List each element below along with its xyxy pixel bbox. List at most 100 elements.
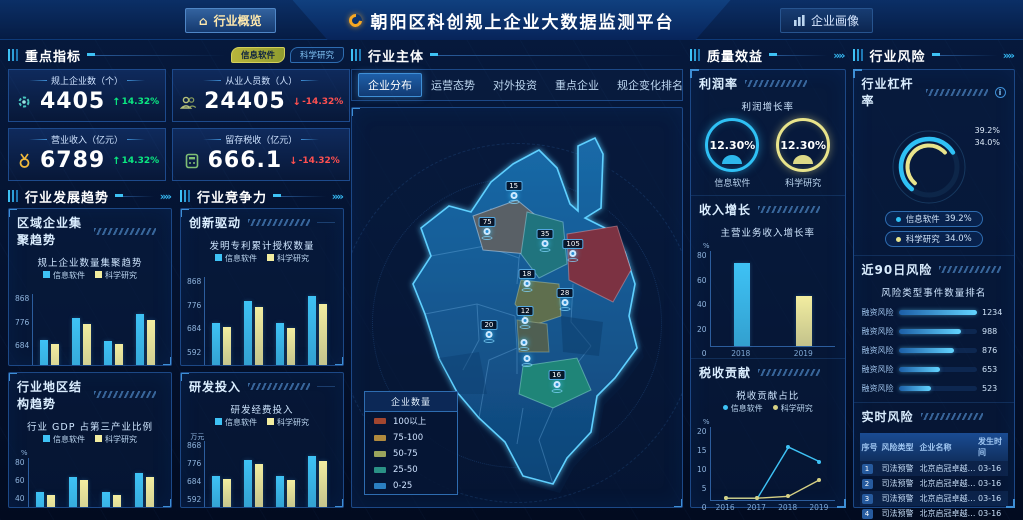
bar <box>244 460 252 508</box>
plot-area <box>204 277 333 366</box>
table-header-row: 序号风险类型企业名称发生时间 <box>860 433 1008 461</box>
section-divider <box>769 55 827 56</box>
leverage-section: 行业杠杆率 i 39.2% 34.0% <box>854 70 1014 256</box>
time-cell: 03-16 <box>978 479 1006 488</box>
industry-trend-title: 行业发展趋势 <box>25 187 109 206</box>
leverage-value-software: 39.2% <box>975 125 1000 137</box>
chart-legend: 信息软件科学研究 <box>181 253 343 264</box>
legend-swatch <box>374 418 386 424</box>
rule-decoration <box>317 386 335 387</box>
risk-rank-bar <box>899 310 977 315</box>
app-logo-icon <box>346 11 364 29</box>
income-section: 收入增长 主营业务收入增长率%80604020020182019 <box>691 196 845 359</box>
profit-donut-value: 12.30% <box>776 118 830 172</box>
map-marker-28[interactable]: 28 <box>556 288 573 311</box>
legend-entry: 信息软件 <box>43 270 85 281</box>
bar <box>319 304 327 366</box>
industry-trend-more-button[interactable]: »» <box>160 190 172 203</box>
cluster-trend-subheader: 区域企业集聚趋势 <box>9 209 171 252</box>
legend-swatch <box>374 451 386 457</box>
bar <box>319 461 327 508</box>
bar-group <box>244 441 263 508</box>
y-axis: 868776684592500 <box>187 277 204 366</box>
marker-count-label: 105 <box>562 239 583 249</box>
tab-4[interactable]: 规企变化排名 <box>608 74 692 96</box>
table-row-1[interactable]: 2司法预警北京启冠卓越科技有限公司03-16 <box>860 476 1008 491</box>
section-bars-icon <box>351 49 362 61</box>
filter-toggle-1[interactable]: 科学研究 <box>290 47 344 63</box>
bar-group <box>136 294 155 366</box>
tab-1[interactable]: 运营态势 <box>422 74 484 96</box>
tab-0[interactable]: 企业分布 <box>358 73 422 97</box>
gdp-share-chart: 行业 GDP 占第三产业比例信息软件科学研究%80604020020162017… <box>9 419 171 508</box>
risk-more-button[interactable]: »» <box>1003 49 1015 62</box>
row-index-badge: 2 <box>862 479 873 489</box>
table-row-3[interactable]: 4司法预警北京启冠卓越科技有限公司03-16 <box>860 506 1008 520</box>
cluster-trend-chart: 规上企业数量集聚趋势信息软件科学研究8687766845925002016201… <box>9 255 171 366</box>
realtime-risk-table: 序号风险类型企业名称发生时间1司法预警北京启冠卓越科技有限公司03-162司法预… <box>860 433 1008 520</box>
info-icon[interactable]: i <box>995 87 1006 98</box>
map-marker-12[interactable]: 12 <box>517 306 534 329</box>
chart-legend: 信息软件科学研究 <box>181 417 343 428</box>
cluster-trend-subtitle: 区域企业集聚趋势 <box>17 214 87 248</box>
map-marker-16[interactable]: 16 <box>548 370 565 393</box>
risk-rank-track <box>899 329 977 334</box>
industry-body-header: 行业主体 <box>351 45 683 65</box>
nav-industry-overview[interactable]: ⌂ 行业概览 <box>185 8 276 33</box>
industry-trend-header: 行业发展趋势 »» <box>8 186 172 206</box>
legend-value: 39.2% <box>945 214 972 224</box>
legend-range-label: 100以上 <box>393 415 426 427</box>
industry-body-tabs: 企业分布运营态势对外投资重点企业规企变化排名 <box>351 69 683 101</box>
marker-count-label: 75 <box>479 217 496 227</box>
section-bars-icon <box>8 49 19 61</box>
map-marker-75[interactable]: 75 <box>479 217 496 240</box>
map-marker-18[interactable]: 18 <box>518 269 535 292</box>
stat-delta: ↑14.32% <box>112 97 159 108</box>
y-axis-unit: % <box>21 449 28 458</box>
nav-enterprise-profile[interactable]: 企业画像 <box>780 8 873 33</box>
risk-type-cell: 司法预警 <box>882 508 920 519</box>
table-row-0[interactable]: 1司法预警北京启冠卓越科技有限公司03-16 <box>860 461 1008 476</box>
x-axis-labels: 2016201720182019 <box>710 503 835 512</box>
stat-value: 6789 <box>40 150 105 172</box>
map-marker-105[interactable]: 105 <box>562 239 583 262</box>
quality-more-button[interactable]: »» <box>833 49 845 62</box>
key-indicators-title: 重点指标 <box>25 46 81 65</box>
y-axis-unit: % <box>703 418 710 427</box>
medal-icon <box>15 152 33 170</box>
filter-toggle-0[interactable]: 信息软件 <box>231 47 285 63</box>
hatch-decoration <box>248 383 310 390</box>
risk-header: 行业风险 »» <box>853 45 1015 65</box>
bar-group <box>212 441 231 508</box>
left-column: 重点指标 信息软件科学研究 规上企业数（个）4405↑14.32%从业人员数（人… <box>8 45 344 508</box>
realtime-risk-subtitle: 实时风险 <box>862 408 914 425</box>
location-pin-icon <box>561 299 568 306</box>
tab-2[interactable]: 对外投资 <box>484 74 546 96</box>
section-bars-icon <box>690 49 701 61</box>
section-bars-icon <box>180 190 191 202</box>
quality-column: 质量效益 »» 利润率 利润增长率 12.30% 信息软件 <box>690 45 846 508</box>
bar <box>796 296 812 346</box>
profit-donut-value: 12.30% <box>705 118 759 172</box>
risk-rank-value: 876 <box>982 346 1006 355</box>
map-marker-8[interactable] <box>518 339 529 351</box>
patent-grant-subheader: 创新驱动 <box>181 209 343 235</box>
risk-rank-track <box>899 310 977 315</box>
legend-swatch <box>374 467 386 473</box>
map-marker-20[interactable]: 20 <box>480 320 497 343</box>
map-marker-9[interactable] <box>521 355 532 367</box>
tab-3[interactable]: 重点企业 <box>546 74 608 96</box>
competitiveness-more-button[interactable]: »» <box>332 190 344 203</box>
industry-trend-stack: 区域企业集聚趋势 规上企业数量集聚趋势信息软件科学研究8687766845925… <box>8 208 172 508</box>
section-bars-icon <box>8 190 19 202</box>
risk-rank-label: 融资风险 <box>862 364 894 375</box>
marker-count-label: 28 <box>556 288 573 298</box>
legend-entry: 信息软件 <box>723 403 763 414</box>
legend-value: 34.0% <box>945 234 972 244</box>
row-index-badge: 1 <box>862 464 873 474</box>
map-marker-35[interactable]: 35 <box>537 229 554 252</box>
table-row-2[interactable]: 3司法预警北京启冠卓越科技有限公司03-16 <box>860 491 1008 506</box>
up-arrow-icon: ↑ <box>112 156 120 167</box>
table-col-0: 序号 <box>862 442 882 453</box>
map-marker-15[interactable]: 15 <box>505 181 522 204</box>
